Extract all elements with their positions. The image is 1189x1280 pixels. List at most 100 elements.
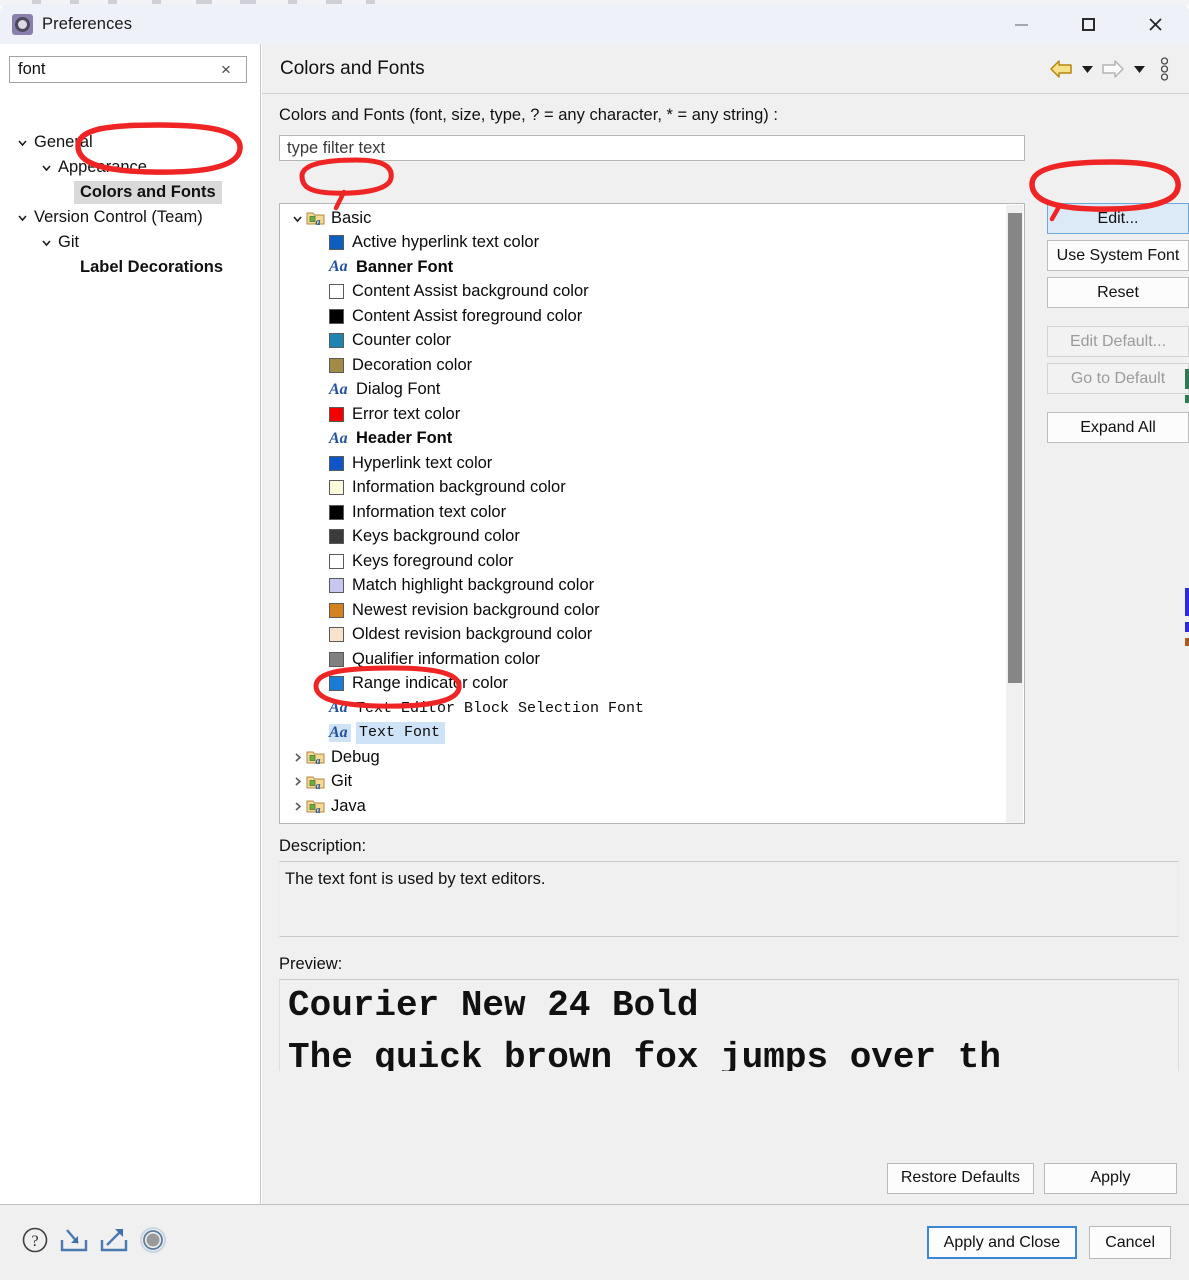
preferences-window: Preferences × xyxy=(0,4,1189,1280)
tree-scrollbar[interactable] xyxy=(1006,205,1023,823)
preferences-gear-icon xyxy=(12,13,33,35)
color-swatch[interactable] xyxy=(329,627,344,643)
color-swatch[interactable] xyxy=(329,357,344,373)
tree-row-header-font[interactable]: Aa Header Font xyxy=(280,427,1006,452)
svg-text:a: a xyxy=(316,781,321,790)
dialog-footer: ? Apply and Close Cancel xyxy=(0,1204,1189,1280)
tree-row-java[interactable]: a Java xyxy=(280,794,1006,819)
maximize-icon[interactable] xyxy=(1055,4,1122,44)
background-artifact xyxy=(1185,369,1189,389)
color-swatch[interactable] xyxy=(329,676,344,692)
tree-filter-input[interactable] xyxy=(280,137,1024,159)
color-swatch[interactable] xyxy=(329,553,344,569)
back-history-chevron-down-icon[interactable] xyxy=(1077,53,1097,85)
color-swatch[interactable] xyxy=(329,284,344,300)
color-swatch[interactable] xyxy=(329,235,344,251)
reset-button[interactable]: Reset xyxy=(1047,277,1189,308)
forward-history-chevron-down-icon[interactable] xyxy=(1129,53,1149,85)
sidebar-item-general[interactable]: General xyxy=(0,130,261,155)
page-header-toolbar xyxy=(1047,53,1189,85)
tree-row-content-assist-foreground-color[interactable]: Content Assist foreground color xyxy=(280,304,1006,329)
tree-filter[interactable] xyxy=(279,135,1025,161)
sidebar-filter-input[interactable] xyxy=(10,58,212,81)
sidebar-item-colors-and-fonts[interactable]: Colors and Fonts xyxy=(0,180,261,205)
cancel-button[interactable]: Cancel xyxy=(1089,1226,1171,1259)
tree-row-banner-font[interactable]: Aa Banner Font xyxy=(280,255,1006,280)
color-swatch[interactable] xyxy=(329,333,344,349)
font-folder-icon: a xyxy=(306,210,325,228)
chevron-down-icon[interactable] xyxy=(14,210,30,226)
chevron-down-icon[interactable] xyxy=(38,160,54,176)
sidebar-filter[interactable]: × xyxy=(9,56,247,83)
color-swatch[interactable] xyxy=(329,578,344,594)
color-swatch[interactable] xyxy=(329,602,344,618)
tree-row-hyperlink-text-color[interactable]: Hyperlink text color xyxy=(280,451,1006,476)
tree-row-partial[interactable] xyxy=(280,819,1006,824)
minimize-icon[interactable] xyxy=(988,4,1055,44)
sidebar-item-version-control[interactable]: Version Control (Team) xyxy=(0,205,261,230)
tree-row-oldest-revision-background-color[interactable]: Oldest revision background color xyxy=(280,623,1006,648)
edit-button[interactable]: Edit... xyxy=(1047,203,1189,234)
tree-row-active-hyperlink-text-color[interactable]: Active hyperlink text color xyxy=(280,231,1006,256)
tree-row-label: Basic xyxy=(331,208,372,227)
sidebar-item-git[interactable]: Git xyxy=(0,230,261,255)
color-swatch[interactable] xyxy=(329,406,344,422)
chevron-right-icon[interactable] xyxy=(289,822,306,823)
tree-row-error-text-color[interactable]: Error text color xyxy=(280,402,1006,427)
color-swatch[interactable] xyxy=(329,308,344,324)
colors-fonts-tree[interactable]: a Basic Active hyperlink text color Aa B… xyxy=(279,203,1025,824)
clear-filter-icon[interactable]: × xyxy=(212,57,240,82)
help-icon[interactable]: ? xyxy=(20,1225,50,1260)
color-swatch[interactable] xyxy=(329,480,344,496)
tree-row-counter-color[interactable]: Counter color xyxy=(280,329,1006,354)
tree-row-information-text-color[interactable]: Information text color xyxy=(280,500,1006,525)
tree-row-content-assist-background-color[interactable]: Content Assist background color xyxy=(280,280,1006,305)
tree-row-text-font[interactable]: Aa Text Font xyxy=(280,721,1006,746)
svg-text:a: a xyxy=(316,756,321,765)
sidebar-item-label: Version Control (Team) xyxy=(34,208,203,227)
tree-row-git[interactable]: a Git xyxy=(280,770,1006,795)
tree-row-keys-background-color[interactable]: Keys background color xyxy=(280,525,1006,550)
export-icon[interactable] xyxy=(98,1225,130,1260)
apply-and-close-button[interactable]: Apply and Close xyxy=(926,1226,1078,1259)
sidebar-item-label-decorations[interactable]: Label Decorations xyxy=(0,255,261,280)
tree-row-dialog-font[interactable]: Aa Dialog Font xyxy=(280,378,1006,403)
chevron-right-icon[interactable] xyxy=(289,773,306,790)
expand-all-button[interactable]: Expand All xyxy=(1047,412,1189,443)
chevron-right-icon[interactable] xyxy=(289,798,306,815)
close-icon[interactable] xyxy=(1122,4,1189,44)
color-swatch[interactable] xyxy=(329,455,344,471)
tree-row-basic[interactable]: a Basic xyxy=(280,206,1006,231)
restore-defaults-button[interactable]: Restore Defaults xyxy=(886,1162,1034,1194)
tree-row-label: Newest revision background color xyxy=(352,600,600,619)
tree-row-text-editor-block-selection-font[interactable]: Aa Text Editor Block Selection Font xyxy=(280,696,1006,721)
tree-row-range-indicator-color[interactable]: Range indicator color xyxy=(280,672,1006,697)
chevron-down-icon[interactable] xyxy=(38,235,54,251)
tree-row-information-background-color[interactable]: Information background color xyxy=(280,476,1006,501)
tree-row-qualifier-information-color[interactable]: Qualifier information color xyxy=(280,647,1006,672)
svg-text:?: ? xyxy=(31,1233,38,1250)
tree-row-match-highlight-background-color[interactable]: Match highlight background color xyxy=(280,574,1006,599)
footer-button-group: Apply and Close Cancel xyxy=(926,1226,1189,1259)
use-system-font-button[interactable]: Use System Font xyxy=(1047,240,1189,271)
font-folder-icon xyxy=(306,823,325,824)
tree-row-newest-revision-background-color[interactable]: Newest revision background color xyxy=(280,598,1006,623)
tree-row-label: Information background color xyxy=(352,478,566,497)
page-buttons: Restore Defaults Apply xyxy=(262,1152,1189,1204)
vertical-dots-icon[interactable] xyxy=(1151,53,1177,85)
chevron-right-icon[interactable] xyxy=(289,749,306,766)
chevron-down-icon[interactable] xyxy=(14,135,30,151)
color-swatch[interactable] xyxy=(329,651,344,667)
color-swatch[interactable] xyxy=(329,504,344,520)
import-icon[interactable] xyxy=(58,1225,90,1260)
tree-row-decoration-color[interactable]: Decoration color xyxy=(280,353,1006,378)
chevron-down-icon[interactable] xyxy=(289,210,306,227)
apply-button[interactable]: Apply xyxy=(1044,1162,1177,1194)
tree-scrollbar-thumb[interactable] xyxy=(1008,213,1022,683)
tree-row-keys-foreground-color[interactable]: Keys foreground color xyxy=(280,549,1006,574)
tree-row-debug[interactable]: a Debug xyxy=(280,745,1006,770)
back-arrow-icon[interactable] xyxy=(1047,53,1075,85)
circle-icon[interactable] xyxy=(138,1225,168,1260)
color-swatch[interactable] xyxy=(329,529,344,545)
sidebar-item-appearance[interactable]: Appearance xyxy=(0,155,261,180)
